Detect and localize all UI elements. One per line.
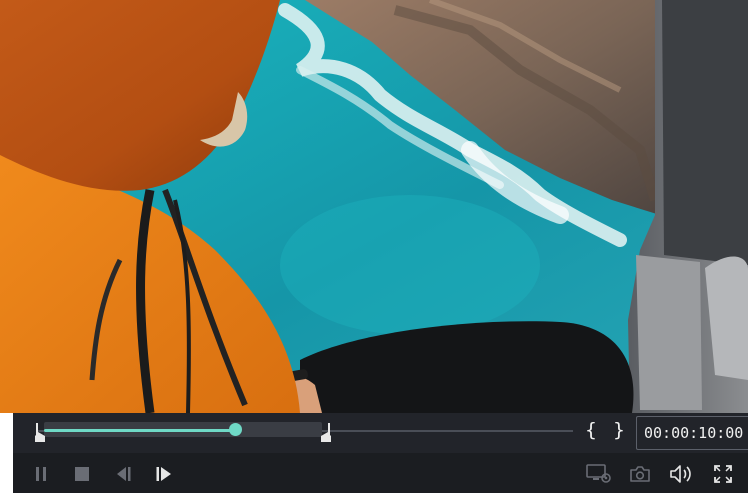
- fullscreen-button[interactable]: [711, 462, 735, 486]
- display-settings-icon: [586, 464, 611, 483]
- panel-edge: [0, 413, 13, 493]
- video-frame: [0, 0, 748, 413]
- stop-button[interactable]: [70, 462, 94, 486]
- display-settings-button[interactable]: [585, 462, 613, 486]
- mark-in-button[interactable]: {: [582, 418, 600, 442]
- in-point-marker[interactable]: [34, 423, 46, 442]
- pause-icon: [36, 467, 46, 481]
- playhead[interactable]: [228, 423, 242, 436]
- volume-button[interactable]: [668, 462, 696, 486]
- previous-frame-button[interactable]: [111, 462, 135, 486]
- mark-out-button[interactable]: }: [610, 418, 628, 442]
- fullscreen-icon: [714, 465, 732, 483]
- video-preview[interactable]: [0, 0, 748, 413]
- next-frame-icon: [156, 467, 171, 481]
- next-frame-button[interactable]: [152, 462, 176, 486]
- playback-progress: [43, 429, 236, 432]
- pause-button[interactable]: [29, 462, 53, 486]
- camera-icon: [630, 466, 650, 482]
- timecode-display[interactable]: 00:00:10:00: [636, 416, 748, 450]
- volume-icon: [670, 465, 691, 483]
- out-point-marker[interactable]: [320, 423, 332, 442]
- previous-frame-icon: [117, 467, 131, 481]
- stop-icon: [75, 467, 89, 481]
- snapshot-button[interactable]: [628, 462, 652, 486]
